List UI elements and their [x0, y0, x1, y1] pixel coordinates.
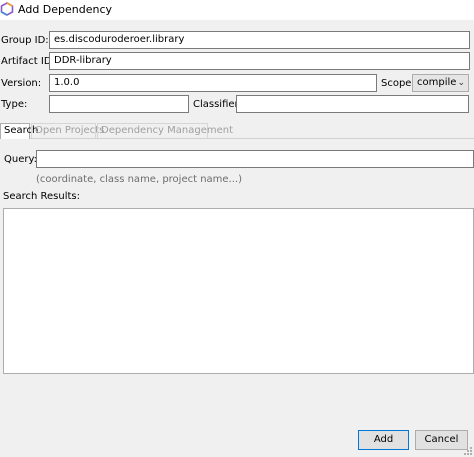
search-results-list[interactable]: [3, 208, 474, 374]
group-id-label: Group ID:: [1, 35, 49, 46]
search-results-label: Search Results:: [3, 191, 81, 202]
tab-open-projects[interactable]: Open Projects: [31, 123, 104, 138]
version-field[interactable]: 1.0.0: [49, 74, 377, 92]
artifact-id-field[interactable]: DDR-library: [49, 52, 470, 70]
query-label: Query:: [4, 154, 38, 165]
title-bar[interactable]: Add Dependency: [0, 0, 474, 20]
group-id-field[interactable]: es.discoduroderoer.library: [49, 31, 470, 49]
tab-search[interactable]: Search: [0, 123, 38, 139]
scope-select-value: compile: [417, 77, 457, 88]
type-field[interactable]: [49, 95, 189, 113]
classifier-label: Classifier:: [193, 99, 242, 110]
classifier-field[interactable]: [236, 95, 469, 113]
cancel-button[interactable]: Cancel: [415, 430, 468, 450]
tab-strip-divider: [0, 138, 474, 139]
netbeans-hexagon-icon: [0, 2, 14, 16]
version-label: Version:: [1, 78, 42, 89]
scope-select[interactable]: compile ⌄: [412, 74, 469, 92]
query-input[interactable]: [36, 150, 474, 168]
tab-dependency-management[interactable]: Dependency Management: [97, 123, 233, 138]
query-hint: (coordinate, class name, project name...…: [36, 174, 242, 185]
artifact-id-label: Artifact ID:: [1, 56, 55, 67]
add-dependency-dialog: Add Dependency Group ID: es.discoduroder…: [0, 0, 474, 457]
resize-grip-icon[interactable]: [463, 446, 473, 456]
chevron-down-icon: ⌄: [457, 78, 465, 88]
add-button[interactable]: Add: [358, 430, 409, 450]
type-label: Type:: [1, 99, 28, 110]
window-title: Add Dependency: [18, 3, 113, 16]
scope-label: Scope:: [381, 78, 415, 89]
